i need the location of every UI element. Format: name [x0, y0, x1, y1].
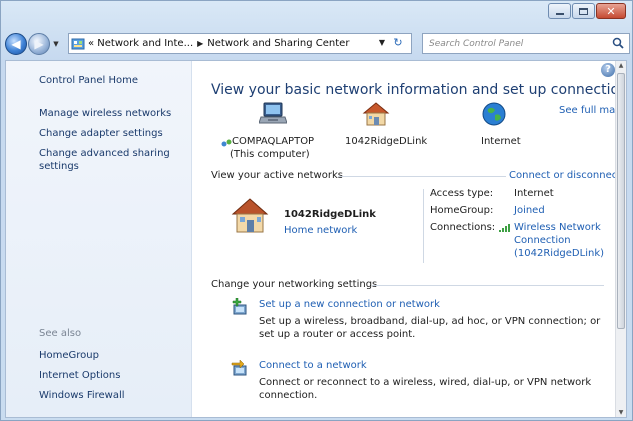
- wireless-connection-link-line-3[interactable]: (1042RidgeDLink): [514, 248, 604, 259]
- change-advanced-sharing-link[interactable]: Change advanced sharing settings: [39, 147, 184, 173]
- navigation-bar: ◀ ▶ ▼ « Network and Inte... ▶ Network an…: [5, 31, 631, 57]
- address-bar[interactable]: « Network and Inte... ▶ Network and Shar…: [68, 33, 412, 54]
- back-arrow-icon: ◀: [11, 37, 21, 51]
- globe-icon: [482, 102, 506, 126]
- windows-firewall-link[interactable]: Windows Firewall: [39, 389, 184, 402]
- setup-connection-link[interactable]: Set up a new connection or network: [259, 299, 440, 310]
- see-also-heading: See also: [39, 328, 82, 339]
- new-connection-icon[interactable]: [230, 298, 250, 318]
- page-title: View your basic network information and …: [211, 82, 627, 98]
- map-network-name[interactable]: 1042RidgeDLink: [345, 136, 427, 147]
- help-icon[interactable]: ?: [601, 63, 615, 77]
- maximize-icon: [579, 7, 588, 15]
- scroll-thumb[interactable]: [617, 73, 625, 329]
- active-networks-heading: View your active networks: [211, 170, 343, 181]
- breadcrumb-separator-icon[interactable]: ▶: [197, 39, 203, 48]
- settings-heading: Change your networking settings: [211, 279, 378, 290]
- control-panel-icon: [71, 38, 85, 49]
- search-icon[interactable]: [612, 37, 624, 49]
- computer-icon: [259, 102, 287, 124]
- wireless-connection-link-line-1[interactable]: Wireless Network: [514, 222, 601, 233]
- connect-disconnect-link[interactable]: Connect or disconnect: [509, 170, 621, 181]
- address-dropdown-icon[interactable]: ▼: [379, 38, 385, 47]
- connections-label: Connections:: [430, 222, 496, 233]
- content-area: Control Panel Home Manage wireless netwo…: [5, 60, 627, 418]
- maximize-button[interactable]: [572, 3, 595, 19]
- internet-label[interactable]: Internet: [481, 136, 521, 147]
- access-type-label: Access type:: [430, 188, 494, 199]
- breadcrumb-network-internet[interactable]: « Network and Inte...: [88, 38, 193, 49]
- see-full-map-link[interactable]: See full map: [559, 105, 622, 116]
- back-button[interactable]: ◀: [5, 33, 27, 55]
- search-box[interactable]: [422, 33, 630, 54]
- home-network-link[interactable]: Home network: [284, 225, 357, 236]
- active-network-name: 1042RidgeDLink: [284, 209, 376, 220]
- homegroup-link[interactable]: HomeGroup: [39, 349, 184, 362]
- caption-buttons: ✕: [548, 3, 626, 19]
- connect-to-network-link[interactable]: Connect to a network: [259, 360, 367, 371]
- divider: [338, 176, 506, 177]
- computer-name: COMPAQLAPTOP: [232, 136, 315, 147]
- home-network-icon[interactable]: [230, 196, 270, 234]
- vertical-scrollbar[interactable]: ▲ ▼: [615, 61, 626, 417]
- manage-wireless-networks-link[interactable]: Manage wireless networks: [39, 107, 184, 120]
- main-panel: ? View your basic network information an…: [192, 61, 626, 417]
- search-input[interactable]: [429, 38, 607, 49]
- minimize-icon: [555, 12, 564, 15]
- breadcrumb-sharing-center[interactable]: Network and Sharing Center: [207, 38, 349, 49]
- close-icon: ✕: [606, 4, 616, 18]
- minimize-button[interactable]: [548, 3, 571, 19]
- close-button[interactable]: ✕: [596, 3, 626, 19]
- forward-arrow-icon: ▶: [34, 37, 44, 51]
- homegroup-joined-link[interactable]: Joined: [514, 205, 545, 216]
- house-icon: [362, 102, 390, 126]
- connect-network-icon[interactable]: [230, 359, 250, 379]
- internet-options-link[interactable]: Internet Options: [39, 369, 184, 382]
- scroll-down-icon[interactable]: ▼: [617, 409, 625, 416]
- history-dropdown-icon[interactable]: ▼: [51, 40, 61, 48]
- wireless-connection-link-line-2[interactable]: Connection: [514, 235, 571, 246]
- connect-to-network-desc: Connect or reconnect to a wireless, wire…: [259, 377, 592, 401]
- access-type-value: Internet: [514, 188, 554, 199]
- computer-sub-label: (This computer): [230, 149, 310, 160]
- setup-connection-desc: Set up a wireless, broadband, dial-up, a…: [259, 316, 601, 340]
- refresh-icon[interactable]: ↻: [389, 36, 407, 51]
- control-panel-window: ✕ ◀ ▶ ▼ « Network and Inte... ▶ Network …: [0, 0, 633, 421]
- forward-button[interactable]: ▶: [28, 33, 50, 55]
- sidebar: Control Panel Home Manage wireless netwo…: [6, 61, 192, 417]
- homegroup-label: HomeGroup:: [430, 205, 494, 216]
- control-panel-home-link[interactable]: Control Panel Home: [39, 74, 184, 87]
- scroll-up-icon[interactable]: ▲: [617, 62, 625, 69]
- vertical-divider: [423, 189, 424, 263]
- wireless-signal-icon: [499, 224, 510, 232]
- divider: [372, 285, 604, 286]
- change-adapter-settings-link[interactable]: Change adapter settings: [39, 127, 184, 140]
